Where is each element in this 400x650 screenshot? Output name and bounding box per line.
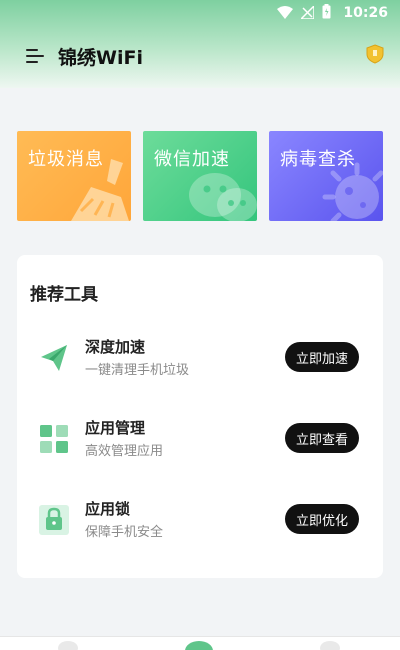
tool-app-management: 应用管理 高效管理应用 立即查看 bbox=[17, 414, 383, 464]
paper-plane-icon bbox=[35, 339, 73, 377]
app-bar: 锦绣WiFi bbox=[0, 36, 400, 76]
view-now-button[interactable]: 立即查看 bbox=[285, 423, 359, 453]
menu-icon[interactable] bbox=[26, 47, 48, 65]
tab-center-icon[interactable] bbox=[185, 641, 213, 650]
wechat-icon bbox=[189, 173, 257, 221]
card-spam-messages[interactable]: 垃圾消息 bbox=[17, 131, 131, 221]
tool-name: 深度加速 bbox=[85, 338, 146, 356]
apps-grid-icon bbox=[35, 420, 73, 458]
card-virus-scan[interactable]: 病毒查杀 bbox=[269, 131, 383, 221]
wifi-icon bbox=[277, 4, 294, 23]
tool-description: 保障手机安全 bbox=[85, 525, 164, 540]
feature-cards: 垃圾消息 微信加速 病毒查杀 bbox=[17, 131, 383, 221]
battery-icon bbox=[322, 3, 331, 23]
boost-now-button[interactable]: 立即加速 bbox=[285, 342, 359, 372]
tool-app-lock: 应用锁 保障手机安全 立即优化 bbox=[17, 495, 383, 545]
virus-icon bbox=[322, 162, 383, 221]
header-background: 10:26 锦绣WiFi bbox=[0, 0, 400, 88]
shield-icon[interactable] bbox=[366, 44, 384, 64]
broom-icon bbox=[71, 159, 129, 221]
section-title: 推荐工具 bbox=[30, 285, 98, 305]
status-bar: 10:26 bbox=[0, 0, 400, 26]
tool-name: 应用管理 bbox=[85, 419, 146, 437]
card-wechat-boost[interactable]: 微信加速 bbox=[143, 131, 257, 221]
tool-description: 高效管理应用 bbox=[85, 444, 164, 459]
tool-deep-boost: 深度加速 一键清理手机垃圾 立即加速 bbox=[17, 333, 383, 383]
tab-profile-icon[interactable] bbox=[320, 641, 340, 650]
lock-icon bbox=[35, 501, 73, 539]
app-title: 锦绣WiFi bbox=[58, 46, 143, 69]
recommended-tools-panel: 推荐工具 深度加速 一键清理手机垃圾 立即加速 应用管理 高效管理应用 立即查看 bbox=[17, 255, 383, 578]
tool-description: 一键清理手机垃圾 bbox=[85, 363, 190, 378]
optimize-now-button[interactable]: 立即优化 bbox=[285, 504, 359, 534]
tab-home-icon[interactable] bbox=[58, 641, 78, 650]
status-time: 10:26 bbox=[343, 5, 388, 21]
bottom-navigation bbox=[0, 636, 400, 650]
tool-name: 应用锁 bbox=[85, 500, 131, 518]
no-signal-icon bbox=[299, 3, 316, 23]
